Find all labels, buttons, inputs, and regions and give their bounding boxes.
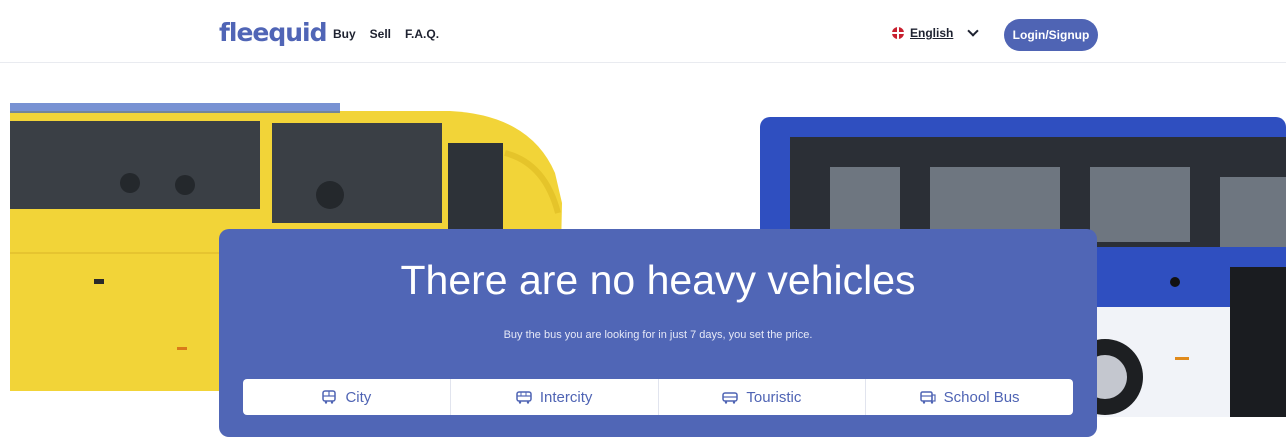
nav-faq-link[interactable]: F.A.Q. [405, 27, 439, 41]
category-city-button[interactable]: City [243, 379, 451, 415]
chevron-down-icon [967, 25, 980, 37]
category-school-bus-button[interactable]: School Bus [866, 379, 1073, 415]
fleequid-logo[interactable]: fleequid [219, 19, 328, 47]
main-nav: Buy Sell F.A.Q. [333, 27, 439, 41]
category-intercity-button[interactable]: Intercity [451, 379, 659, 415]
language-label: English [910, 26, 954, 40]
nav-sell-link[interactable]: Sell [370, 27, 391, 41]
nav-buy-link[interactable]: Buy [333, 27, 356, 41]
language-selector[interactable]: English [892, 25, 980, 40]
top-header: fleequid Buy Sell F.A.Q. English Login/S… [0, 0, 1286, 63]
hero-panel: There are no heavy vehicles Buy the bus … [219, 229, 1097, 437]
category-bar: City Intercity Touristic School Bus [243, 379, 1073, 415]
category-touristic-button[interactable]: Touristic [659, 379, 867, 415]
school-bus-icon [919, 391, 936, 404]
intercity-bus-icon [516, 391, 532, 404]
touristic-bus-icon [722, 392, 739, 404]
city-bus-icon [322, 390, 337, 404]
hero-subtitle: Buy the bus you are looking for in just … [503, 329, 813, 341]
category-intercity-label: Intercity [539, 388, 593, 406]
category-city-label: City [345, 388, 372, 406]
category-school-bus-label: School Bus [943, 388, 1020, 406]
hero-title: There are no heavy vehicles [400, 257, 916, 303]
category-touristic-label: Touristic [746, 388, 802, 406]
uk-flag-icon [892, 27, 904, 39]
login-signup-button[interactable]: Login/Signup [1004, 19, 1098, 51]
